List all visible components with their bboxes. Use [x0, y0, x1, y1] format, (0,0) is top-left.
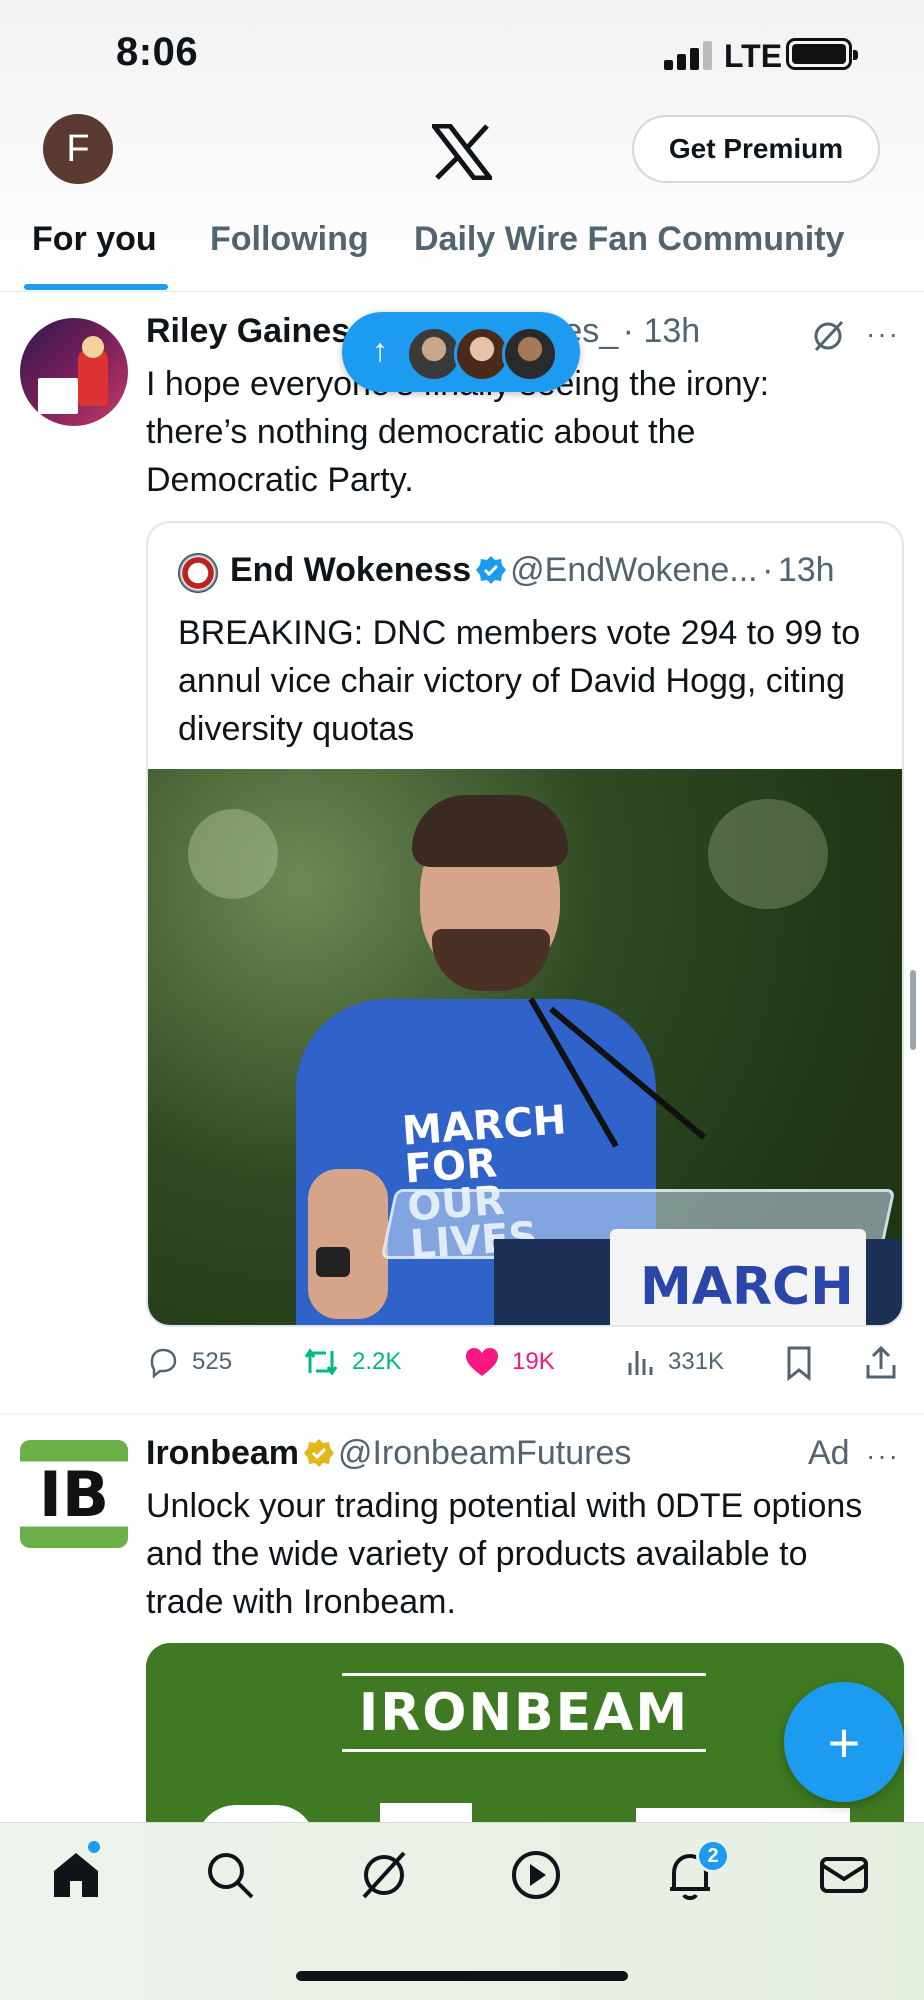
- ad-header: Ironbeam @IronbeamFutures: [146, 1434, 806, 1486]
- home-unread-dot: [88, 1841, 100, 1853]
- tab-for-you[interactable]: For you: [32, 220, 157, 259]
- top-header: F Get Premium For you Following Daily Wi…: [0, 110, 924, 292]
- quoted-post-card[interactable]: End Wokeness @EndWokene... · 13h BREAKIN…: [146, 521, 904, 1327]
- podium-sign: MARCH: [610, 1229, 866, 1325]
- grok-icon[interactable]: [810, 318, 846, 354]
- home-icon[interactable]: [48, 1847, 104, 1903]
- verified-badge-icon: [475, 556, 506, 584]
- views-icon: [628, 1351, 653, 1375]
- status-time: 8:06: [116, 30, 199, 74]
- ad-author-name[interactable]: Ironbeam: [146, 1434, 299, 1472]
- repost-count: 2.2K: [352, 1348, 402, 1375]
- author-name[interactable]: Riley Gaines: [146, 312, 350, 350]
- ironbeam-avatar[interactable]: IB: [20, 1440, 128, 1548]
- ad-label: Ad: [808, 1434, 850, 1472]
- view-count: 331K: [668, 1348, 725, 1375]
- share-icon[interactable]: [864, 1345, 898, 1381]
- ad-more-options-icon[interactable]: ···: [866, 1440, 900, 1472]
- plus-icon: +: [827, 1710, 861, 1774]
- post-time: 13h: [643, 312, 701, 350]
- heart-icon: [466, 1348, 498, 1376]
- arrow-up-icon: ↑: [372, 332, 388, 368]
- post-divider: [0, 1413, 924, 1415]
- riley-gaines-avatar[interactable]: [20, 318, 128, 426]
- compose-button[interactable]: +: [784, 1682, 904, 1802]
- home-indicator[interactable]: [296, 1971, 628, 1981]
- post-actions: 525 2.2K 19K 331K: [146, 1345, 904, 1385]
- quote-text: BREAKING: DNC members vote 294 to 99 to …: [178, 614, 861, 748]
- video-play-icon[interactable]: [508, 1847, 564, 1903]
- ad-text: Unlock your trading potential with 0DTE …: [146, 1487, 863, 1621]
- bottom-nav: 2: [0, 1822, 924, 2000]
- scrollbar[interactable]: [910, 970, 916, 1050]
- profile-avatar[interactable]: F: [43, 114, 113, 184]
- gold-verified-badge-icon: [303, 1439, 334, 1467]
- active-tab-indicator: [24, 284, 168, 290]
- get-premium-button[interactable]: Get Premium: [632, 115, 880, 183]
- ad-author-handle[interactable]: @IronbeamFutures: [338, 1434, 631, 1472]
- feed-tabs: For you Following Daily Wire Fan Communi…: [0, 220, 924, 292]
- notification-badge: 2: [696, 1839, 730, 1873]
- end-wokeness-avatar: [178, 553, 218, 593]
- watch: [316, 1247, 350, 1277]
- x-logo-icon[interactable]: [432, 124, 492, 180]
- grok-nav-icon[interactable]: [356, 1847, 412, 1903]
- quote-author-name: End Wokeness: [230, 551, 472, 589]
- like-count: 19K: [512, 1348, 555, 1375]
- tab-following[interactable]: Following: [210, 220, 369, 259]
- battery-icon: [786, 38, 858, 70]
- like-button[interactable]: 19K: [464, 1345, 555, 1379]
- person-beard: [432, 929, 550, 991]
- podium-graphic: [38, 378, 78, 414]
- repost-button[interactable]: 2.2K: [302, 1345, 401, 1379]
- reply-button[interactable]: 525: [146, 1345, 232, 1379]
- repost-icon: [304, 1348, 338, 1376]
- reply-icon: [150, 1348, 177, 1379]
- quote-time: 13h: [777, 551, 835, 589]
- search-icon[interactable]: [202, 1847, 258, 1903]
- views-button[interactable]: 331K: [626, 1345, 724, 1379]
- messages-mail-icon[interactable]: [816, 1847, 872, 1903]
- new-posts-pill[interactable]: ↑: [342, 312, 580, 392]
- signal-icon: [664, 40, 714, 70]
- tab-daily-wire-fan-community[interactable]: Daily Wire Fan Community: [414, 220, 844, 259]
- network-label: LTE: [724, 38, 783, 74]
- quote-header: End Wokeness @EndWokene... · 13h: [230, 551, 835, 589]
- pill-avatar-3: [502, 326, 558, 382]
- status-bar: 8:06 LTE: [0, 0, 924, 110]
- more-options-icon[interactable]: ···: [866, 318, 900, 350]
- reply-count: 525: [192, 1348, 233, 1375]
- ironbeam-card-logo: IRONBEAM: [358, 1683, 690, 1743]
- bookmark-icon[interactable]: [784, 1345, 814, 1381]
- quote-image[interactable]: MARCH FOR OUR LIVES MARCH: [148, 769, 902, 1325]
- person-hair: [412, 795, 568, 867]
- quote-author-handle: @EndWokene...: [510, 551, 758, 589]
